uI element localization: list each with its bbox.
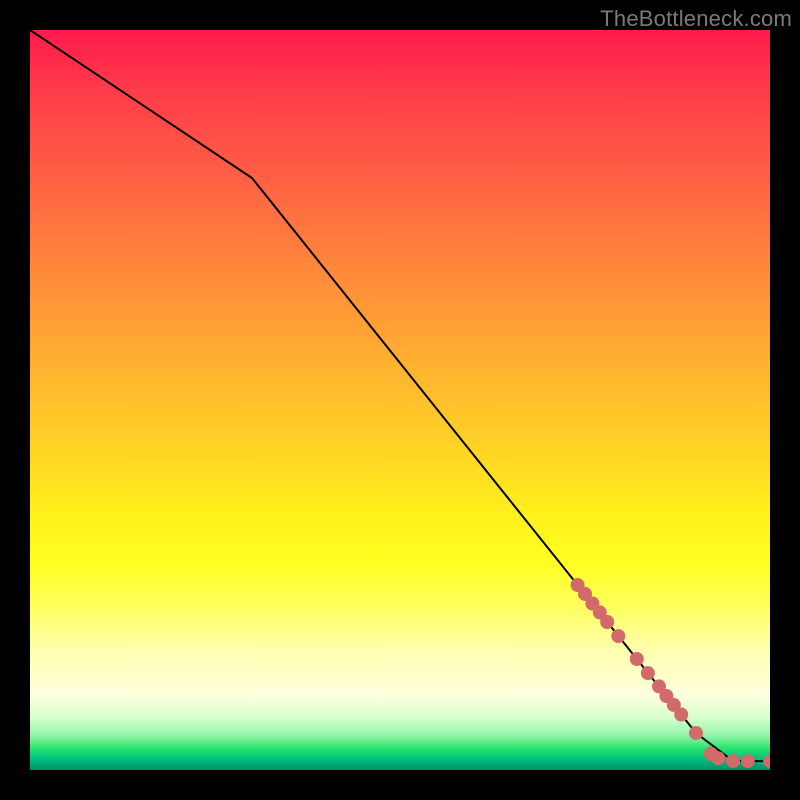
data-point <box>641 666 655 680</box>
plot-area <box>30 30 770 770</box>
curve-line <box>30 30 770 761</box>
data-point <box>689 726 703 740</box>
data-point <box>711 751 725 765</box>
data-point <box>763 754 770 768</box>
chart-svg <box>30 30 770 770</box>
watermark-text: TheBottleneck.com <box>600 6 792 32</box>
chart-frame: TheBottleneck.com <box>0 0 800 800</box>
data-point <box>630 652 644 666</box>
scatter-markers <box>571 578 770 768</box>
data-point <box>741 754 755 768</box>
data-point <box>726 754 740 768</box>
data-point <box>600 615 614 629</box>
data-point <box>611 629 625 643</box>
data-point <box>674 708 688 722</box>
